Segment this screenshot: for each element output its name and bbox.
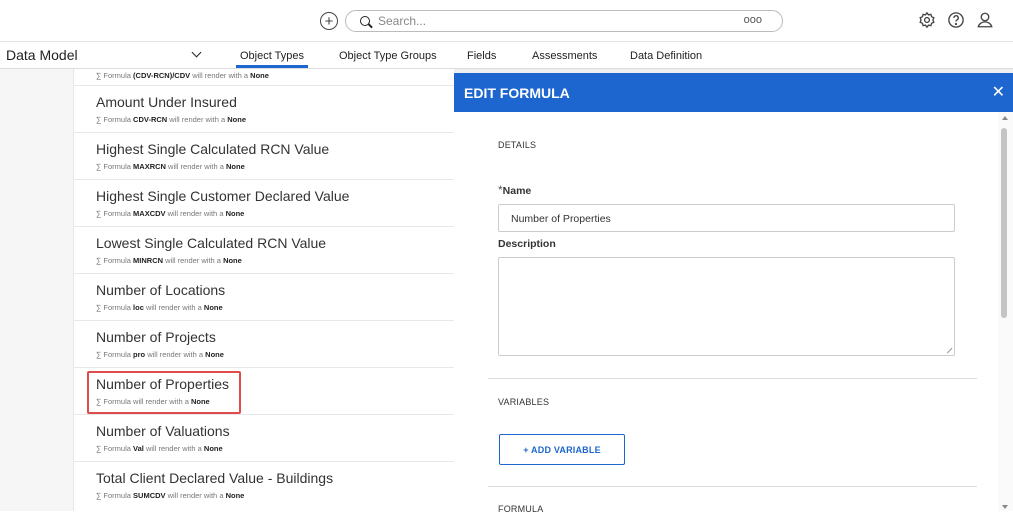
scroll-down-icon[interactable] — [1002, 505, 1008, 509]
scroll-up-icon[interactable] — [1002, 116, 1008, 120]
formula-title: Amount Under Insured — [96, 94, 237, 110]
list-item[interactable]: Lowest Single Calculated RCN Value ∑ For… — [74, 227, 454, 274]
search-icon — [360, 16, 370, 26]
list-item[interactable]: ∑ Formula (CDV-RCN)/CDV will render with… — [74, 69, 454, 86]
variables-section-label: VARIABLES — [498, 397, 550, 407]
formula-subtitle: ∑ Formula CDV-RCN will render with a Non… — [96, 115, 246, 124]
nav-bar: Data Model Object Types Object Type Grou… — [0, 42, 1013, 69]
list-item[interactable]: Amount Under Insured ∑ Formula CDV-RCN w… — [74, 86, 454, 133]
more-options-icon[interactable]: ooo — [744, 14, 762, 26]
add-icon[interactable]: + — [320, 12, 338, 30]
name-field[interactable]: Number of Properties — [498, 204, 955, 232]
close-icon[interactable]: ✕ — [992, 82, 1005, 102]
details-section-label: DETAILS — [498, 140, 537, 150]
formula-subtitle: ∑ Formula pro will render with a None — [96, 350, 224, 359]
top-bar: + Search... ooo — [0, 0, 1013, 42]
chevron-down-icon[interactable] — [191, 47, 202, 58]
formula-subtitle: ∑ Formula loc will render with a None — [96, 303, 223, 312]
tab-object-type-groups[interactable]: Object Type Groups — [339, 50, 437, 62]
add-variable-button[interactable]: + ADD VARIABLE — [499, 434, 625, 465]
user-icon[interactable] — [975, 10, 995, 30]
formula-subtitle: ∑ Formula MINRCN will render with a None — [96, 256, 242, 265]
formula-section-label: FORMULA — [498, 504, 544, 514]
tab-data-definition[interactable]: Data Definition — [630, 50, 702, 62]
page-title: Data Model — [6, 47, 78, 63]
scrollbar-thumb[interactable] — [1001, 128, 1007, 318]
resize-handle-icon[interactable] — [942, 343, 953, 354]
panel-header: EDIT FORMULA ✕ — [454, 73, 1013, 112]
formula-subtitle: ∑ Formula (CDV-RCN)/CDV will render with… — [96, 71, 269, 80]
search-input[interactable]: Search... ooo — [345, 10, 783, 32]
tab-assessments[interactable]: Assessments — [532, 50, 597, 62]
formula-subtitle: ∑ Formula MAXRCN will render with a None — [96, 162, 245, 171]
edit-formula-panel: EDIT FORMULA ✕ DETAILS *Name Number of P… — [454, 69, 1013, 514]
tab-object-types[interactable]: Object Types — [236, 50, 308, 68]
formula-title: Highest Single Calculated RCN Value — [96, 141, 330, 157]
divider — [488, 378, 977, 379]
formula-title: Highest Single Customer Declared Value — [96, 188, 350, 204]
name-label: *Name — [498, 183, 532, 197]
formula-title: Total Client Declared Value - Buildings — [96, 470, 334, 486]
list-item[interactable]: Number of Projects ∑ Formula pro will re… — [74, 321, 454, 368]
left-gutter — [0, 69, 73, 511]
search-placeholder: Search... — [378, 14, 427, 28]
selection-highlight — [87, 371, 241, 414]
description-field[interactable] — [498, 257, 955, 356]
formula-list: ∑ Formula (CDV-RCN)/CDV will render with… — [73, 69, 454, 511]
list-item[interactable]: Total Client Declared Value - Buildings … — [74, 462, 454, 509]
description-label: Description — [498, 238, 556, 250]
list-item[interactable]: Highest Single Calculated RCN Value ∑ Fo… — [74, 133, 454, 180]
formula-title: Number of Projects — [96, 329, 216, 345]
list-item[interactable]: Number of Valuations ∑ Formula Val will … — [74, 415, 454, 462]
formula-title: Number of Locations — [96, 282, 226, 298]
formula-subtitle: ∑ Formula SUMCDV will render with a None — [96, 491, 245, 500]
formula-title: Lowest Single Calculated RCN Value — [96, 235, 327, 251]
list-item[interactable]: Number of Locations ∑ Formula loc will r… — [74, 274, 454, 321]
list-item[interactable]: Highest Single Customer Declared Value ∑… — [74, 180, 454, 227]
panel-title: EDIT FORMULA — [464, 85, 570, 101]
divider — [488, 486, 977, 487]
formula-subtitle: ∑ Formula Val will render with a None — [96, 444, 223, 453]
gear-icon[interactable] — [917, 10, 937, 30]
formula-subtitle: ∑ Formula MAXCDV will render with a None — [96, 209, 245, 218]
help-icon[interactable] — [946, 10, 966, 30]
panel-body: DETAILS *Name Number of Properties Descr… — [454, 112, 998, 514]
formula-title: Number of Valuations — [96, 423, 230, 439]
tab-fields[interactable]: Fields — [467, 50, 496, 62]
